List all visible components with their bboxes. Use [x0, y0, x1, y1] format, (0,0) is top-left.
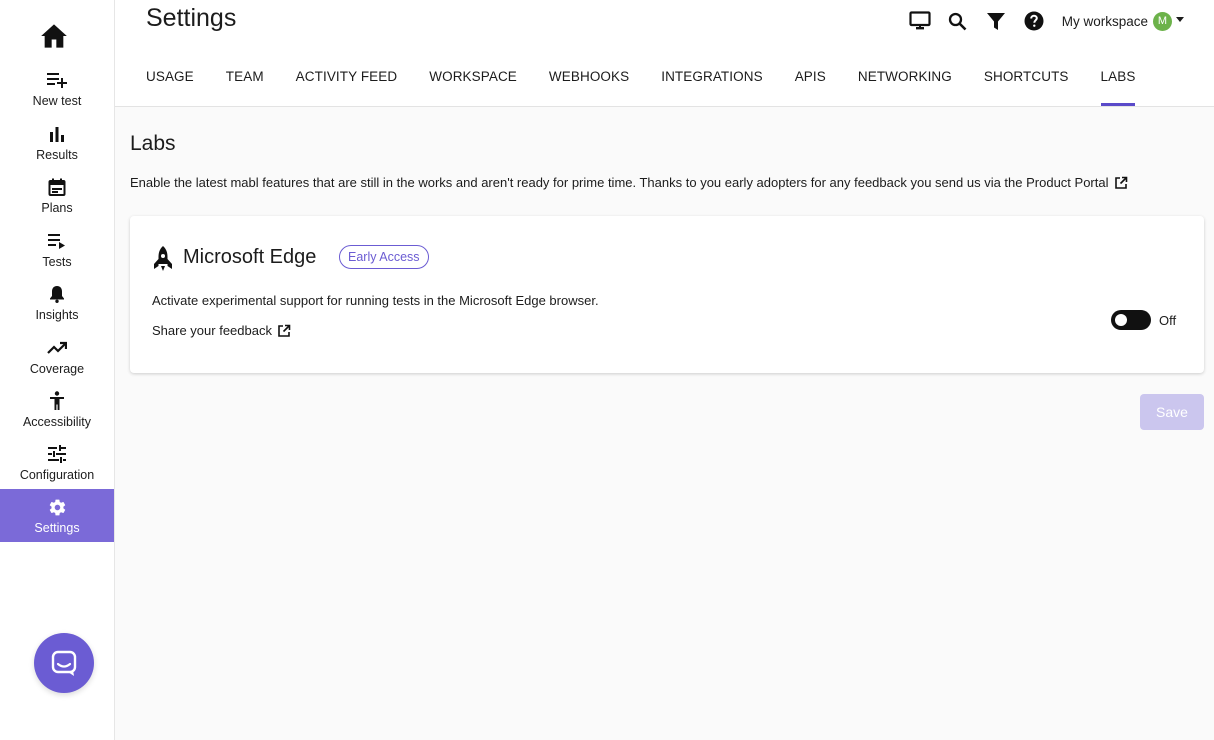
caret-down-icon	[1176, 16, 1184, 22]
calendar-icon	[46, 176, 68, 198]
section-description: Enable the latest mabl features that are…	[130, 175, 1128, 190]
tab-usage[interactable]: USAGE	[146, 62, 194, 107]
sidebar-item-accessibility[interactable]: Accessibility	[0, 383, 114, 436]
chat-bubble-icon	[51, 650, 77, 676]
trending-up-icon	[46, 337, 68, 359]
sidebar-item-coverage[interactable]: Coverage	[0, 330, 114, 383]
external-link-icon	[277, 324, 291, 338]
sidebar-item-label: Accessibility	[22, 415, 92, 429]
sidebar-item-label: Configuration	[19, 468, 95, 482]
sidebar-item-label: Plans	[41, 201, 73, 215]
sidebar-item-label: Tests	[42, 255, 72, 269]
sidebar: New test Results Plans Tests Insights Co…	[0, 0, 115, 740]
accessibility-icon	[46, 390, 68, 412]
sidebar-item-configuration[interactable]: Configuration	[0, 436, 114, 489]
tune-icon	[46, 443, 68, 465]
top-actions: My workspace M	[901, 9, 1184, 33]
avatar: M	[1153, 11, 1172, 31]
share-feedback-link[interactable]: Share your feedback	[152, 323, 291, 338]
tab-labs[interactable]: LABS	[1100, 62, 1136, 107]
sidebar-item-label: Settings	[34, 521, 80, 535]
bar-chart-icon	[46, 123, 68, 145]
toggle-knob	[1115, 314, 1127, 326]
playlist-add-icon	[46, 69, 68, 91]
search-icon	[949, 12, 967, 30]
help-button[interactable]	[1015, 9, 1053, 33]
sidebar-item-label: Results	[36, 148, 78, 162]
feature-name: Microsoft Edge	[183, 246, 317, 268]
home-button[interactable]	[38, 22, 70, 50]
help-icon	[1024, 11, 1044, 31]
search-button[interactable]	[939, 9, 977, 33]
share-feedback-label: Share your feedback	[152, 323, 272, 338]
toggle-state-label: Off	[1159, 313, 1177, 328]
rocket-icon	[151, 245, 175, 273]
section-title: Labs	[130, 132, 176, 155]
sidebar-item-label: New test	[32, 94, 82, 108]
tab-apis[interactable]: APIS	[795, 62, 826, 107]
header: Settings My workspace M USAGE TEAM ACTIV…	[115, 0, 1214, 107]
product-portal-link[interactable]	[1114, 176, 1128, 190]
tab-team[interactable]: TEAM	[226, 62, 264, 107]
settings-tabs: USAGE TEAM ACTIVITY FEED WORKSPACE WEBHO…	[146, 62, 1167, 107]
sidebar-item-label: Coverage	[29, 362, 85, 376]
save-button[interactable]: Save	[1140, 394, 1204, 430]
feature-card: Microsoft Edge Early Access Activate exp…	[130, 216, 1204, 373]
page-title: Settings	[146, 4, 237, 32]
bell-icon	[46, 283, 68, 305]
tab-workspace[interactable]: WORKSPACE	[429, 62, 517, 107]
home-icon	[41, 24, 67, 48]
tab-webhooks[interactable]: WEBHOOKS	[549, 62, 629, 107]
monitor-icon	[909, 11, 931, 30]
chat-button[interactable]	[34, 633, 94, 693]
sidebar-item-plans[interactable]: Plans	[0, 169, 114, 222]
filter-icon	[986, 12, 1005, 30]
workspace-selector[interactable]: My workspace M	[1061, 11, 1184, 31]
playlist-play-icon	[46, 230, 68, 252]
tab-integrations[interactable]: INTEGRATIONS	[661, 62, 762, 107]
external-link-icon	[1114, 176, 1127, 189]
sidebar-item-settings[interactable]: Settings	[0, 489, 114, 542]
filter-button[interactable]	[977, 9, 1015, 33]
workspace-label: My workspace	[1061, 13, 1148, 29]
gear-icon	[46, 496, 68, 518]
sidebar-item-results[interactable]: Results	[0, 116, 114, 169]
feature-toggle[interactable]	[1111, 310, 1151, 330]
monitor-button[interactable]	[901, 9, 939, 33]
sidebar-item-insights[interactable]: Insights	[0, 276, 114, 329]
tab-shortcuts[interactable]: SHORTCUTS	[984, 62, 1069, 107]
early-access-badge: Early Access	[339, 245, 429, 269]
sidebar-item-new-test[interactable]: New test	[0, 62, 114, 115]
sidebar-item-tests[interactable]: Tests	[0, 223, 114, 276]
feature-description: Activate experimental support for runnin…	[152, 293, 599, 308]
tab-activity-feed[interactable]: ACTIVITY FEED	[296, 62, 398, 107]
tab-networking[interactable]: NETWORKING	[858, 62, 952, 107]
sidebar-item-label: Insights	[35, 308, 79, 322]
section-description-text: Enable the latest mabl features that are…	[130, 175, 1109, 190]
